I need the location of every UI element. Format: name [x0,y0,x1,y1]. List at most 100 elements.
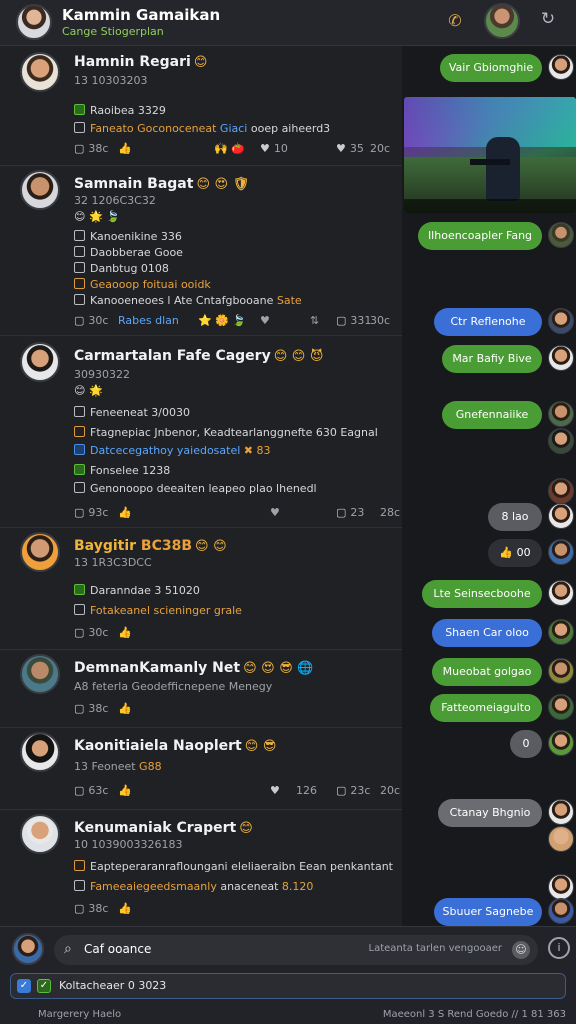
info-icon[interactable]: i [548,937,570,959]
chat-bubble[interactable]: 8 lao [488,503,542,531]
checkbox[interactable] [74,104,85,115]
checkbox[interactable] [74,406,85,417]
game-screenshot[interactable] [404,97,576,213]
post-avatar[interactable] [20,814,60,854]
bookmark-icon[interactable]: ⇅ [310,314,319,327]
post-avatar[interactable] [20,342,60,382]
like-icon[interactable]: 👍 [118,506,132,519]
chat-avatar[interactable] [548,222,574,248]
checkbox[interactable] [74,444,85,455]
attach-icon[interactable]: ✓ [17,979,31,993]
chat-bubble[interactable]: 0 [510,730,542,758]
task-text: Feneeneat 3/0030 [90,406,190,419]
share-count: 30c [370,314,391,327]
comment-button[interactable]: ▢ 63c [74,784,108,797]
share-icon: ▢ [336,314,347,327]
checkbox[interactable] [74,482,85,493]
like-icon[interactable]: 👍 [118,702,132,715]
search-box[interactable]: ⌕ Caf ooance Lateanta tarlen vengooaer ☺ [54,935,538,965]
phone-icon[interactable]: ✆ [444,10,466,32]
chat-bubble[interactable]: Gnefennaiike [442,401,542,429]
chat-avatar[interactable] [548,826,574,852]
chat-avatar[interactable] [548,874,574,900]
post-card: Samnain Bagat 😊 😍 🛡 32 1206C3C32 😊 🌟 🍃 Ka… [0,166,402,336]
like-button[interactable]: ♥ [270,784,284,797]
heart-icon: ♥ [270,784,280,797]
like-icon[interactable]: ♥ [260,314,270,327]
chat-avatar[interactable] [548,539,574,565]
like-icon[interactable]: 👍 [118,902,132,915]
checkbox[interactable] [74,860,85,871]
chat-bubble[interactable]: Vair Gbiomghie [440,54,542,82]
comment-button[interactable]: ▢ 30c [74,314,108,327]
post-actions: ▢ 38c 👍 [74,702,398,718]
like-icon[interactable]: 👍 [118,142,132,155]
checkbox[interactable] [74,122,85,133]
message-input[interactable]: ✓ ✓ Koltacheaer 0 3023 [10,973,566,999]
checkbox[interactable] [74,294,85,305]
chat-bubble[interactable]: Ctr Reflenohe [434,308,542,336]
heart-icon[interactable]: ♥ [270,506,280,519]
refresh-icon[interactable]: ↻ [537,8,559,30]
emoji-icon[interactable]: ☺ [512,941,530,959]
checkbox[interactable] [74,604,85,615]
chat-bubble[interactable]: Sbuuer Sagnebe [434,898,542,926]
checkbox[interactable] [74,464,85,475]
like-button[interactable]: ♥ 10 [260,142,288,155]
post-avatar[interactable] [20,654,60,694]
chat-bubble[interactable]: Ilhoencoapler Fang [418,222,542,250]
checkbox[interactable] [74,880,85,891]
chat-avatar[interactable] [548,308,574,334]
tag-label[interactable]: Rabes dlan [118,314,179,327]
view-button[interactable]: ▢ 23 [336,506,364,519]
chat-avatar[interactable] [548,345,574,371]
contact-avatar[interactable] [484,3,520,39]
like-icon[interactable]: 👍 [118,784,132,797]
comment-button[interactable]: ▢ 30c [74,626,108,639]
chat-avatar[interactable] [548,401,574,427]
chat-bubble[interactable]: Fatteomeiagulto [430,694,542,722]
checkbox[interactable] [74,426,85,437]
chat-avatar[interactable] [548,428,574,454]
comment-button[interactable]: ▢ 38c [74,142,108,155]
comment-button[interactable]: ▢ 38c [74,702,108,715]
comment-button[interactable]: ▢ 93c [74,506,108,519]
user-avatar[interactable] [12,933,44,965]
checkbox[interactable] [74,278,85,289]
post-avatar[interactable] [20,170,60,210]
chat-avatar[interactable] [548,503,574,529]
chat-avatar[interactable] [548,580,574,606]
chat-bubble[interactable]: Shaen Car oloo [432,619,542,647]
post-avatar[interactable] [20,732,60,772]
checkbox[interactable] [74,246,85,257]
view-button[interactable]: ▢ 331 [336,314,371,327]
checkbox[interactable] [74,230,85,241]
task-text: Geaooop foituai ooidk [90,278,211,291]
task-line: Daranndae 3 51020 [74,584,200,597]
search-input[interactable]: Caf ooance [84,942,151,956]
checkbox[interactable] [74,584,85,595]
chat-bubble[interactable]: Ctanay Bhgnio [438,799,542,827]
checkbox[interactable] [74,262,85,273]
chat-avatar[interactable] [548,658,574,684]
share-button[interactable]: ▢ 23c [336,784,370,797]
like-icon[interactable]: 👍 [118,626,132,639]
post-avatar[interactable] [20,52,60,92]
chat-avatar[interactable] [548,54,574,80]
post-avatar[interactable] [20,532,60,572]
profile-avatar[interactable] [16,4,52,40]
chat-avatar[interactable] [548,898,574,924]
view-count: 331 [350,314,372,327]
check-icon[interactable]: ✓ [37,979,51,993]
chat-bubble[interactable]: Lte Seinsecboohe [422,580,542,608]
chat-avatar[interactable] [548,799,574,825]
comment-button[interactable]: ▢ 38c [74,902,108,915]
view-button[interactable]: ♥ 35 [336,142,364,155]
chat-bubble[interactable]: 👍 00 [488,539,542,567]
chat-avatar[interactable] [548,478,574,504]
chat-bubble[interactable]: Mar Bafiy Bive [442,345,542,373]
chat-avatar[interactable] [548,694,574,720]
chat-avatar[interactable] [548,619,574,645]
chat-avatar[interactable] [548,730,574,756]
chat-bubble[interactable]: Mueobat golgao [432,658,542,686]
